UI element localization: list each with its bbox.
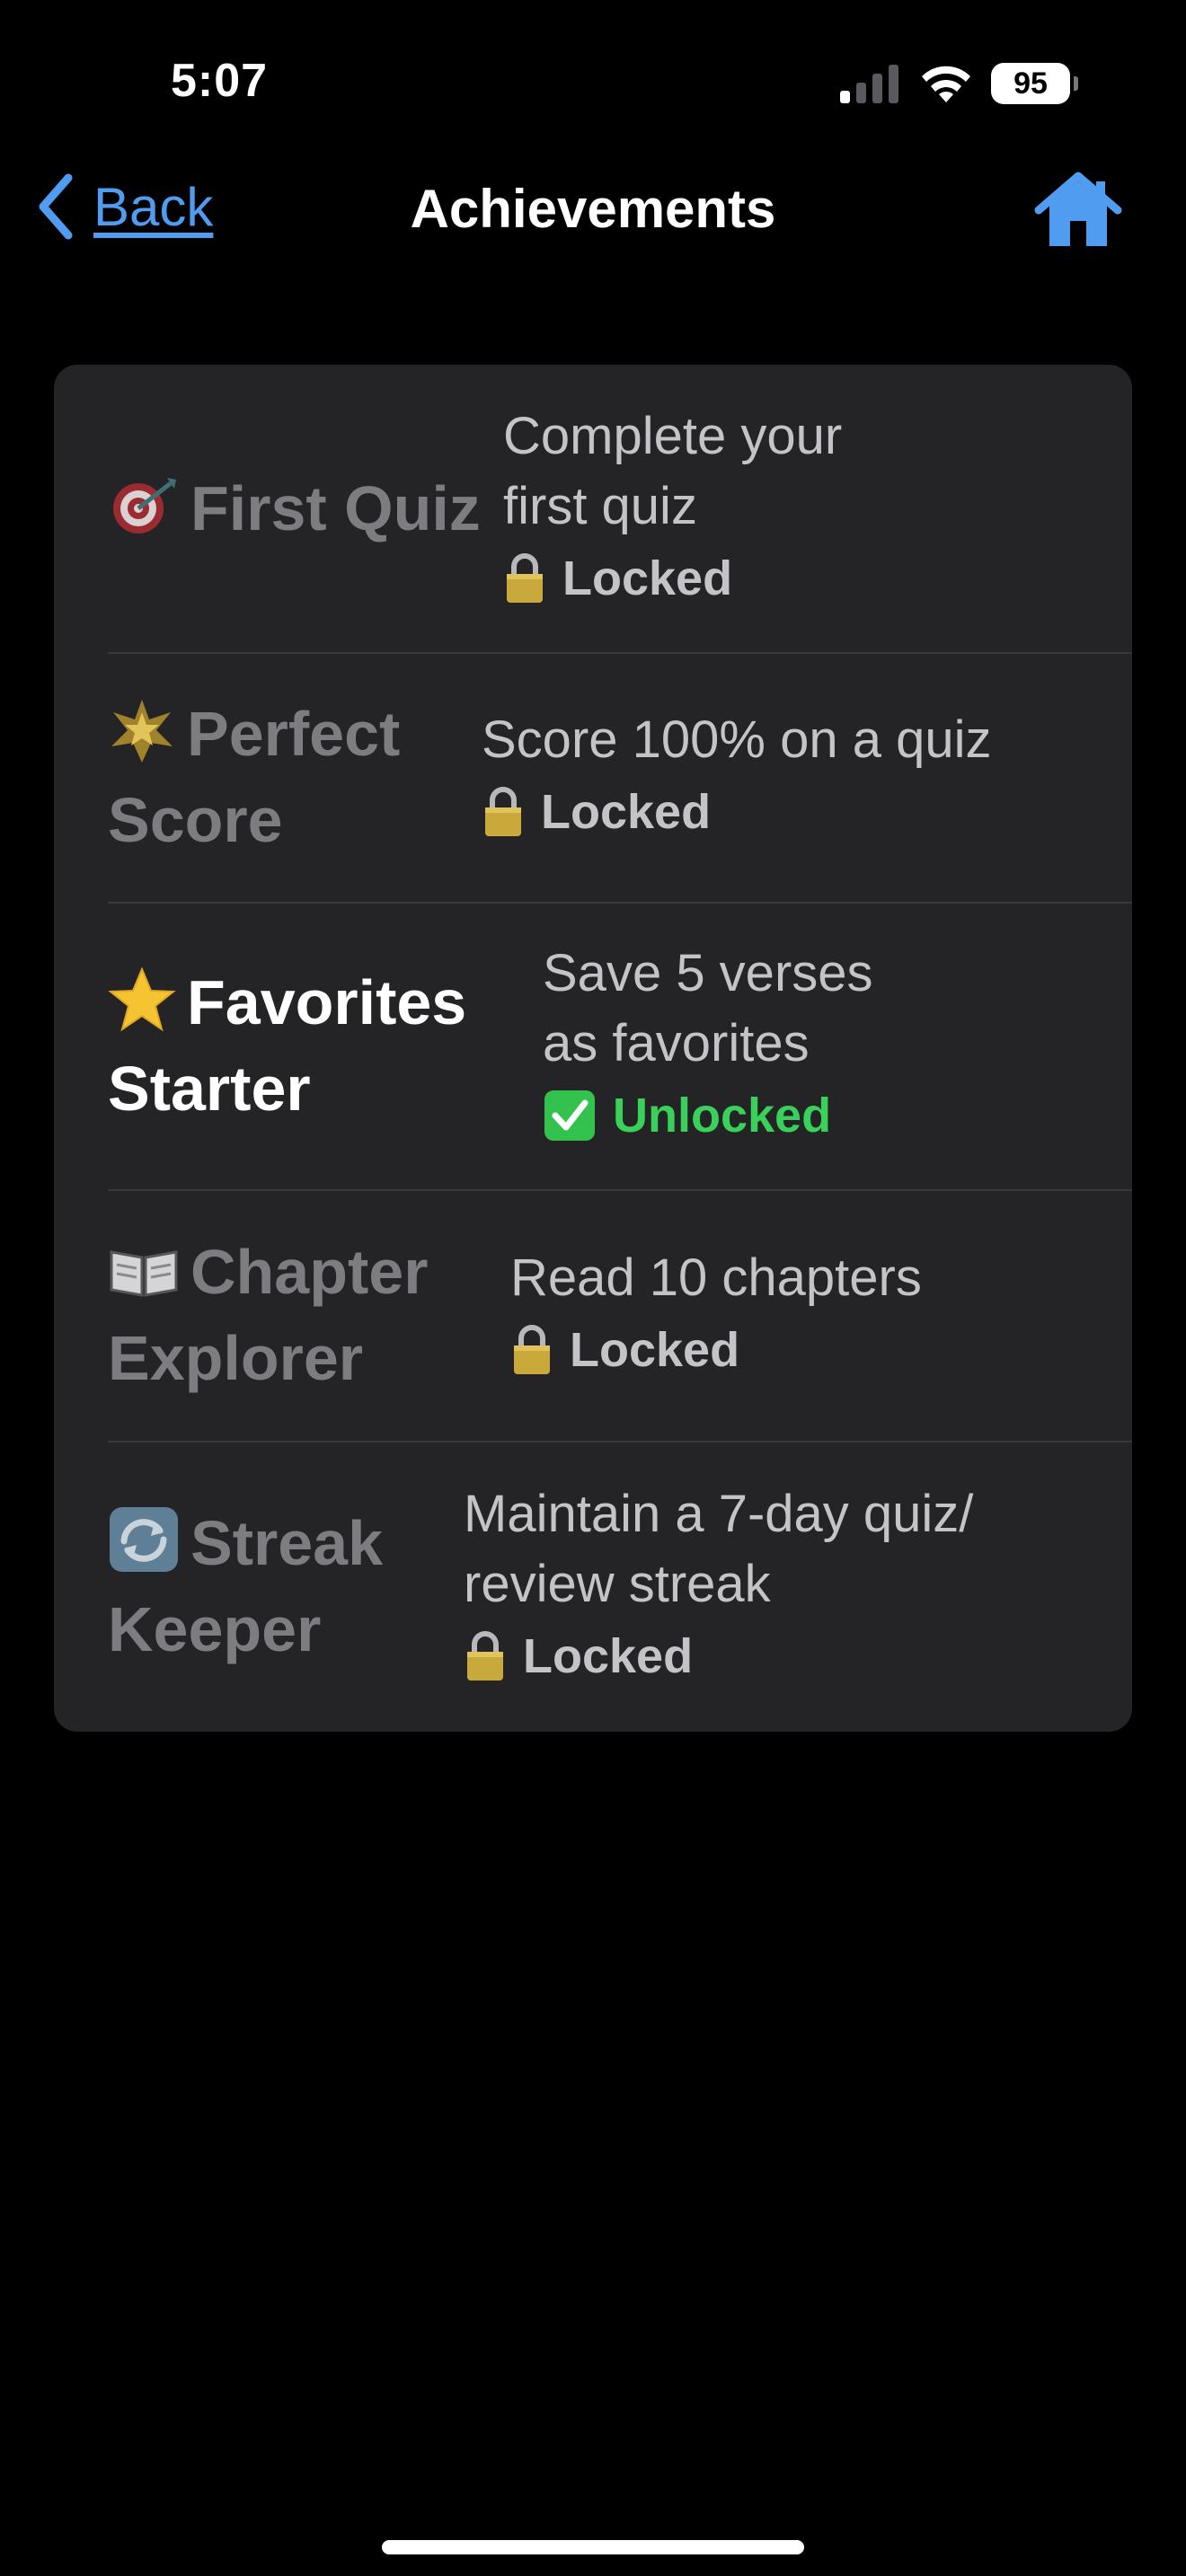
achievement-info: Complete your first quiz Locked <box>503 401 1132 615</box>
status-bar: 5:07 95 <box>0 0 1186 171</box>
achievement-row-first-quiz: First Quiz Complete your first quiz Lock… <box>108 365 1132 654</box>
wifi-icon <box>922 66 970 102</box>
achievement-title: Perfect Score <box>108 691 482 863</box>
achievement-row-chapter-explorer: Chapter Explorer Read 10 chapters Locked <box>108 1189 1132 1442</box>
status-icons: 95 <box>838 63 1078 104</box>
navigation-bar: Achievements Back <box>0 162 1186 251</box>
achievement-row-perfect-score: Perfect Score Score 100% on a quiz Locke… <box>108 652 1132 904</box>
achievement-title: Streak Keeper <box>108 1500 464 1672</box>
achievement-info: Maintain a 7-day quiz/ review streak Loc… <box>464 1479 1132 1693</box>
status-badge: Unlocked <box>543 1079 1132 1152</box>
status-badge: Locked <box>464 1619 1132 1693</box>
status-label: Locked <box>541 785 712 839</box>
status-badge: Locked <box>510 1313 1132 1387</box>
lock-icon <box>507 553 543 603</box>
achievement-info: Save 5 verses as favorites Unlocked <box>543 939 1132 1152</box>
achievement-title-text: First Quiz <box>190 473 481 543</box>
achievement-title: Chapter Explorer <box>108 1229 510 1401</box>
achievement-description: Maintain a 7-day quiz/ <box>464 1485 974 1543</box>
achievement-row-streak-keeper: Streak Keeper Maintain a 7-day quiz/ rev… <box>108 1441 1132 1732</box>
back-label: Back <box>93 176 214 237</box>
achievement-description: Complete your <box>503 407 843 465</box>
achievement-title-text: Chapter <box>190 1237 429 1307</box>
achievement-title-cont: Starter <box>108 1054 311 1124</box>
battery-cap <box>1074 76 1078 91</box>
achievement-description-cont: first quiz <box>503 477 697 535</box>
achievement-title-cont: Keeper <box>108 1594 322 1664</box>
battery-icon: 95 <box>991 63 1070 104</box>
achievement-info: Score 100% on a quiz Locked <box>482 705 1132 849</box>
cellular-signal-icon <box>840 65 898 103</box>
repeat-icon <box>108 1500 180 1586</box>
check-mark-icon <box>544 1090 595 1141</box>
lock-icon <box>514 1325 550 1374</box>
lock-icon <box>467 1631 503 1681</box>
status-badge: Locked <box>503 542 1132 615</box>
achievement-title-text: Favorites <box>187 967 467 1037</box>
achievements-list: First Quiz Complete your first quiz Lock… <box>54 365 1132 1732</box>
achievement-title: First Quiz <box>108 465 503 551</box>
achievement-description: Save 5 verses <box>543 944 873 1002</box>
achievement-title-text: Perfect <box>187 699 401 769</box>
achievement-row-favorites-starter: Favorites Starter Save 5 verses as favor… <box>108 902 1132 1191</box>
achievement-title-text: Streak <box>190 1508 384 1578</box>
back-button[interactable]: Back <box>34 172 213 241</box>
achievement-description-cont: as favorites <box>543 1014 810 1072</box>
status-label: Locked <box>523 1629 694 1683</box>
achievement-title-cont: Score <box>108 785 283 855</box>
star-icon <box>108 959 176 1045</box>
status-label: Unlocked <box>613 1089 832 1142</box>
burst-star-icon <box>108 691 176 777</box>
achievement-title-cont: Explorer <box>108 1323 363 1393</box>
home-icon <box>1034 172 1122 246</box>
achievement-title: Favorites Starter <box>108 959 543 1132</box>
status-label: Locked <box>562 551 733 605</box>
achievement-description: Read 10 chapters <box>510 1248 922 1307</box>
battery-level: 95 <box>1013 66 1048 101</box>
achievement-info: Read 10 chapters Locked <box>510 1243 1132 1387</box>
home-button[interactable] <box>1033 171 1123 252</box>
status-badge: Locked <box>482 775 1132 849</box>
status-time: 5:07 <box>171 55 269 107</box>
lock-icon <box>485 787 521 836</box>
achievement-description-cont: review streak <box>464 1555 771 1613</box>
achievement-description: Score 100% on a quiz <box>482 710 992 769</box>
target-icon <box>108 465 180 551</box>
open-book-icon <box>108 1229 180 1315</box>
status-label: Locked <box>570 1323 740 1377</box>
chevron-left-icon <box>39 173 73 240</box>
home-indicator[interactable] <box>382 2540 804 2554</box>
